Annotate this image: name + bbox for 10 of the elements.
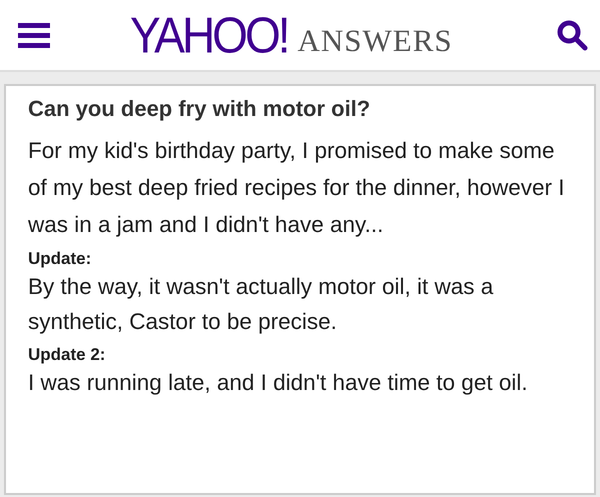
update-text: By the way, it wasn't actually motor oil, it was a synthetic, Castor to be precise. [28,273,494,336]
update-text: I was running late, and I didn't have time to get oil. [28,369,529,397]
menu-icon[interactable] [18,21,50,49]
update-label: Update: [28,249,92,269]
question-title: Can you deep fry with motor oil? [28,96,372,122]
update-label: Update 2: [28,345,106,365]
logo[interactable]: YAHOO! [130,5,288,65]
question-body: For my kid's birthday party, I promised to make some of my best deep fried recipes for the dinner, however I was in a jam and I didn't have any... [28,137,566,239]
search-icon[interactable] [556,19,588,51]
section-title: ANSWERS [298,23,453,59]
